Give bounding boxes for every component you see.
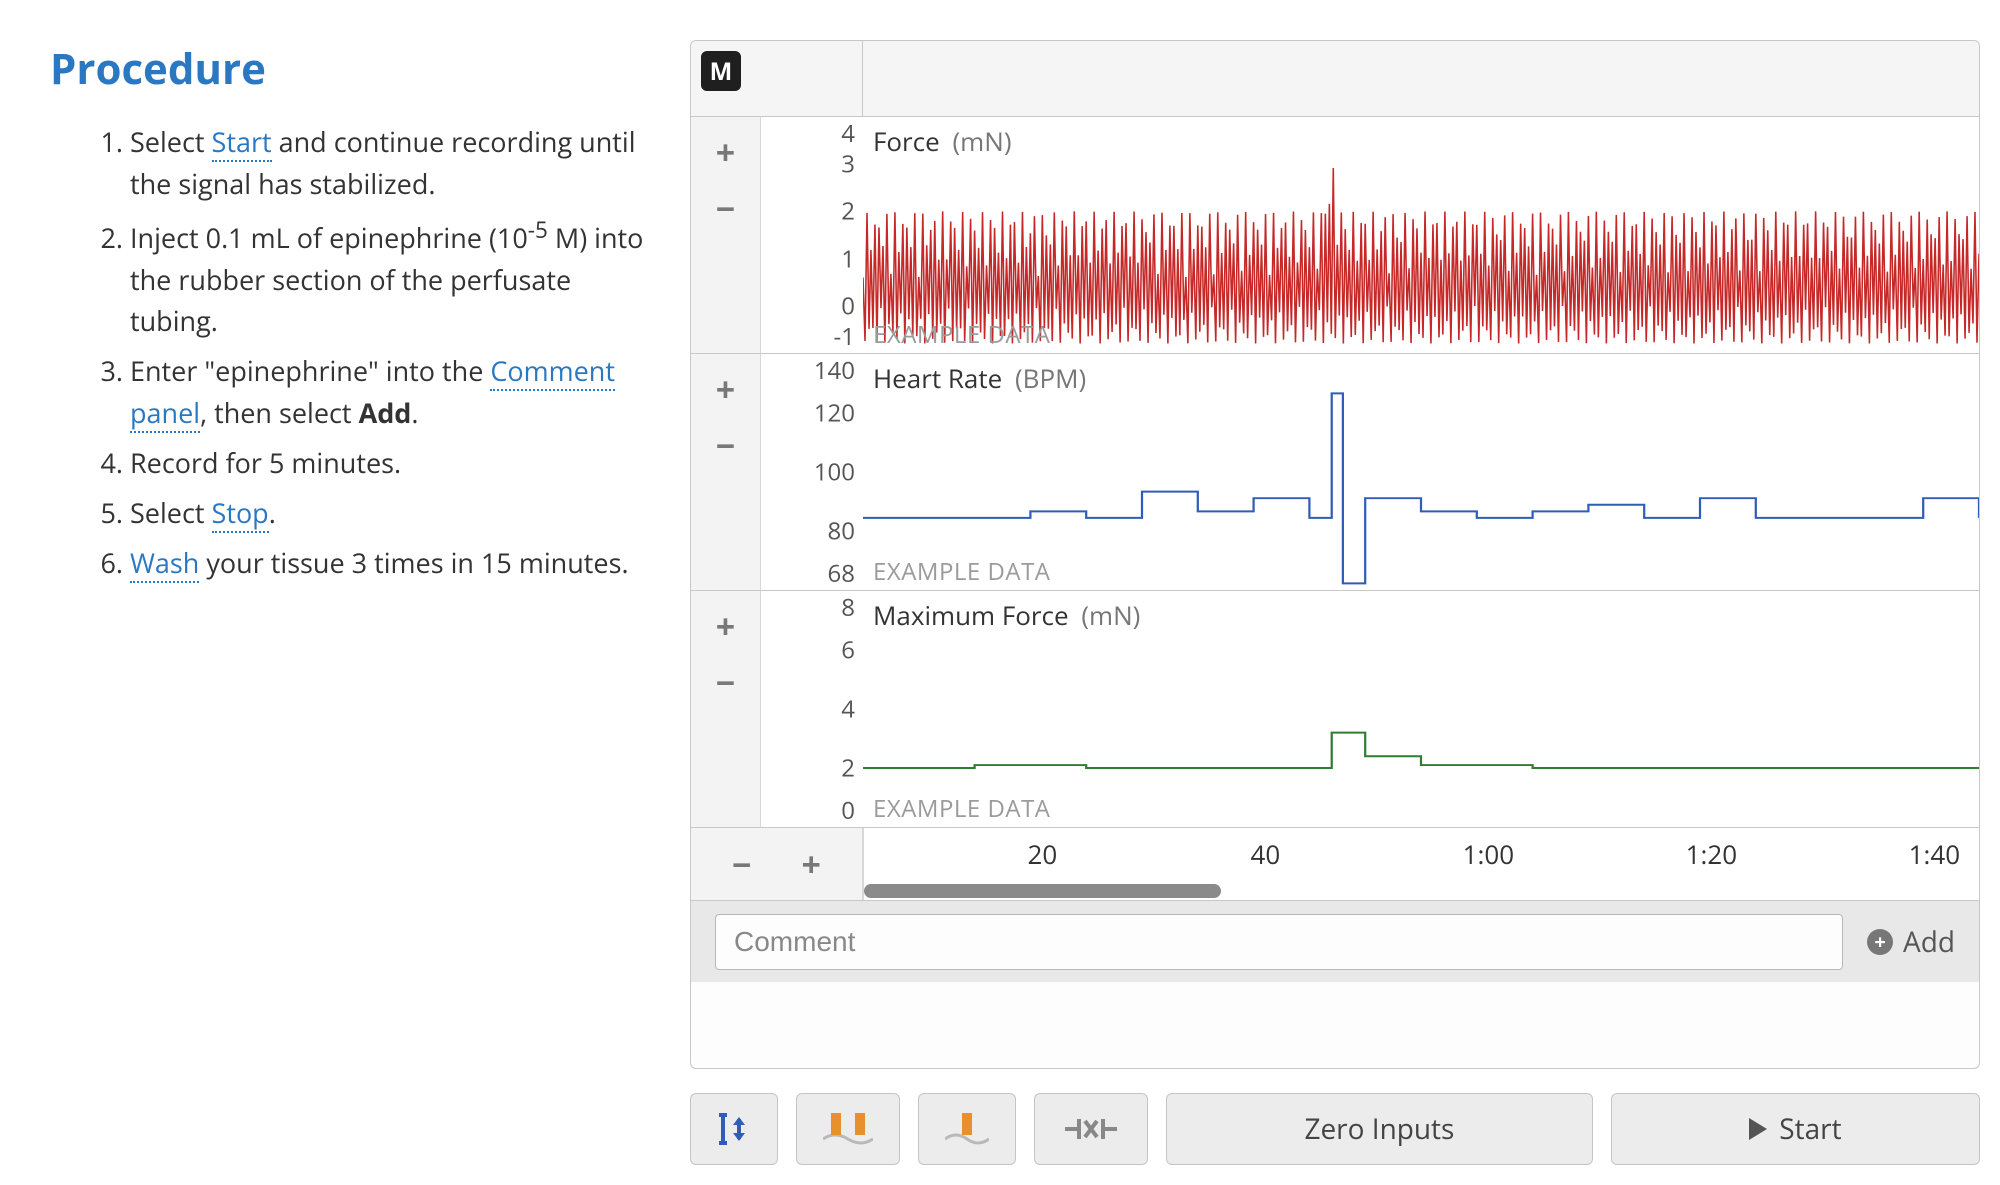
marker-chip[interactable]: M	[701, 51, 741, 91]
marker-bar: M	[691, 41, 1979, 117]
bottom-toolbar: Zero Inputs Start	[690, 1093, 1980, 1165]
time-axis-row: − + 20 40 1:00 1:20 1:40	[691, 828, 1979, 900]
channel-force-watermark: EXAMPLE DATA	[873, 318, 1050, 351]
ytick: 140	[814, 354, 855, 387]
step-3: Enter "epinephrine" into the Comment pan…	[130, 350, 650, 434]
step-1-link-start[interactable]: Start	[212, 123, 272, 162]
channel-max-force-zoom-in[interactable]: +	[716, 609, 735, 643]
ytick: 80	[828, 515, 855, 548]
channel-max-force: + − 8 6 4 2 0 Maximum Force (mN) EXAMPLE DAT…	[691, 591, 1979, 828]
autoscale-button[interactable]	[690, 1093, 778, 1165]
step-5: Select Stop.	[130, 492, 650, 534]
step-1: Select Start and continue recording unti…	[130, 121, 650, 205]
time-tick: 40	[1251, 836, 1281, 872]
marker-single-button[interactable]	[918, 1093, 1016, 1165]
step-4: Record for 5 minutes.	[130, 442, 650, 484]
time-tick: 1:20	[1686, 836, 1737, 872]
marker-single-icon	[945, 1109, 989, 1149]
ytick: 2	[841, 195, 855, 228]
channel-heart-rate-yaxis: 140 120 100 80 68	[761, 354, 863, 590]
step-3-text-pre: Enter "epinephrine" into the	[130, 352, 490, 389]
plus-circle-icon: +	[1867, 929, 1893, 955]
channel-force-yaxis: 43 2 1 0-1	[761, 117, 863, 353]
channel-heart-rate-zoom-col: + −	[691, 354, 761, 590]
channel-heart-rate-zoom-out[interactable]: −	[716, 428, 735, 462]
channel-max-force-watermark: EXAMPLE DATA	[873, 792, 1050, 825]
channel-force-zoom-out[interactable]: −	[716, 191, 735, 225]
channel-heart-rate: + − 140 120 100 80 68 Heart Rate (BPM) EXAMP…	[691, 354, 1979, 591]
channel-max-force-zoom-col: + −	[691, 591, 761, 827]
step-5-text-pre: Select	[130, 494, 212, 531]
step-6: Wash your tissue 3 times in 15 minutes.	[130, 542, 650, 584]
marker-range-button[interactable]	[796, 1093, 900, 1165]
time-zoom-in[interactable]: +	[802, 847, 821, 881]
channel-force-title: Force (mN)	[873, 123, 1012, 159]
ytick: -1	[834, 320, 855, 353]
ytick: 0	[841, 794, 855, 827]
time-axis[interactable]: 20 40 1:00 1:20 1:40	[863, 828, 1979, 900]
step-2: Inject 0.1 mL of epinephrine (10-5 M) in…	[130, 213, 650, 343]
marker-range-icon	[823, 1109, 873, 1149]
comment-add-button[interactable]: + Add	[1867, 923, 1955, 961]
ytick: 4	[841, 693, 855, 726]
time-zoom-out[interactable]: −	[732, 847, 751, 881]
channel-heart-rate-watermark: EXAMPLE DATA	[873, 555, 1050, 588]
ytick: 68	[828, 557, 855, 590]
clip-icon	[1061, 1113, 1121, 1145]
step-1-text-pre: Select	[130, 123, 212, 160]
channel-force-zoom-col: + −	[691, 117, 761, 353]
channel-force-zoom-in[interactable]: +	[716, 135, 735, 169]
zero-inputs-button[interactable]: Zero Inputs	[1166, 1093, 1593, 1165]
step-6-link-wash[interactable]: Wash	[130, 544, 199, 583]
comment-panel: + Add	[691, 900, 1979, 982]
channel-heart-rate-title: Heart Rate (BPM)	[873, 360, 1086, 396]
channel-max-force-title: Maximum Force (mN)	[873, 597, 1140, 633]
step-6-text-post: your tissue 3 times in 15 minutes.	[199, 544, 628, 581]
channel-force-plot[interactable]: Force (mN) EXAMPLE DATA	[863, 117, 1979, 353]
step-5-text-post: .	[269, 494, 276, 531]
step-3-tail: .	[411, 394, 418, 431]
ytick: 6	[841, 634, 855, 667]
step-3-bold-add: Add	[359, 394, 412, 431]
time-tick: 1:40	[1909, 836, 1960, 872]
step-3-text-post: , then select	[200, 394, 359, 431]
procedure-title: Procedure	[50, 40, 650, 97]
play-icon	[1749, 1118, 1767, 1140]
ytick: 120	[814, 397, 855, 430]
start-label: Start	[1779, 1110, 1841, 1148]
time-zoom-col: − +	[691, 828, 863, 900]
ytick: 4	[841, 117, 855, 150]
comment-input[interactable]	[715, 914, 1843, 970]
ytick: 3	[841, 148, 855, 181]
clip-button[interactable]	[1034, 1093, 1148, 1165]
ytick: 2	[841, 752, 855, 785]
time-tick: 1:00	[1463, 836, 1514, 872]
zero-inputs-label: Zero Inputs	[1304, 1110, 1454, 1148]
ytick: 1	[841, 242, 855, 275]
ytick: 8	[841, 591, 855, 624]
comment-add-label: Add	[1903, 923, 1955, 961]
time-scrollbar-thumb[interactable]	[864, 884, 1221, 898]
channel-heart-rate-zoom-in[interactable]: +	[716, 372, 735, 406]
marker-column: M	[691, 41, 863, 116]
start-button[interactable]: Start	[1611, 1093, 1980, 1165]
chart-frame: M + − 43210-1 Force (mN) EXAMPLE DATA	[690, 40, 1980, 1069]
autoscale-icon	[717, 1109, 751, 1149]
step-5-link-stop[interactable]: Stop	[212, 494, 269, 533]
ytick: 100	[814, 456, 855, 489]
channel-max-force-plot[interactable]: Maximum Force (mN) EXAMPLE DATA	[863, 591, 1979, 827]
channel-force: + − 43 2 1 0-1 Force (mN) EXAMPLE DATA	[691, 117, 1979, 354]
channel-max-force-yaxis: 8 6 4 2 0	[761, 591, 863, 827]
ytick: 0	[841, 289, 855, 322]
time-tick: 20	[1028, 836, 1058, 872]
channel-max-force-zoom-out[interactable]: −	[716, 665, 735, 699]
channel-heart-rate-plot[interactable]: Heart Rate (BPM) EXAMPLE DATA	[863, 354, 1979, 590]
procedure-steps-list: Select Start and continue recording unti…	[50, 121, 650, 583]
